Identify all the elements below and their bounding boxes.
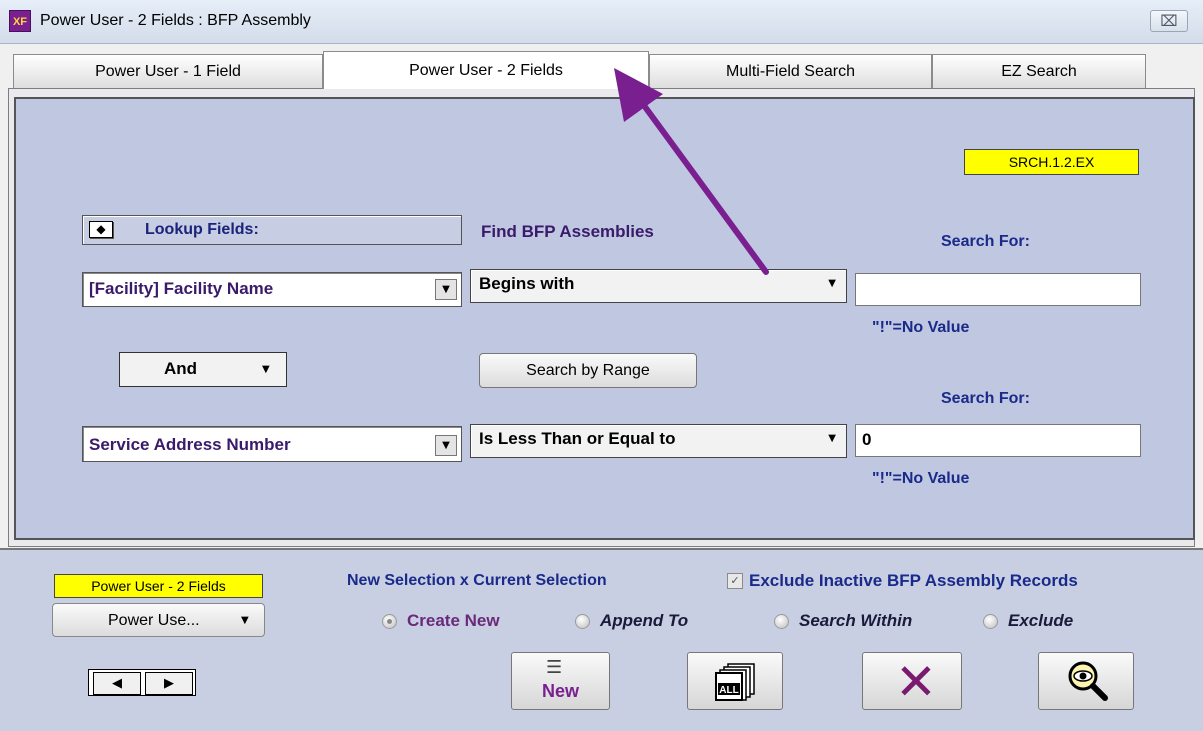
- field-select-2-value: Service Address Number: [89, 435, 291, 454]
- radio-exclude[interactable]: Exclude: [983, 611, 1073, 631]
- search-for-label-2: Search For:: [941, 390, 1030, 407]
- search-by-range-button[interactable]: Search by Range: [479, 353, 697, 388]
- chevron-down-icon: ▼: [262, 364, 270, 375]
- field-select-1-value: [Facility] Facility Name: [89, 279, 274, 298]
- mode-popup-menu[interactable]: Power Use... ▼: [52, 603, 265, 637]
- navigation-buttons: ◀ ▶: [88, 669, 196, 696]
- search-value-input-1[interactable]: [855, 273, 1141, 306]
- lookup-fields-label: Lookup Fields:: [145, 221, 259, 238]
- radio-icon[interactable]: [575, 613, 590, 629]
- previous-arrow-button[interactable]: ◀: [93, 672, 141, 695]
- no-value-hint-1: "!"=No Value: [872, 319, 970, 336]
- field-select-1[interactable]: [Facility] Facility Name ▼: [82, 272, 462, 307]
- chevron-down-icon: ▼: [241, 615, 249, 626]
- conjunction-select[interactable]: And ▼: [119, 352, 287, 387]
- mode-popup-value: Power Use...: [108, 612, 200, 629]
- chevron-down-icon: ▼: [828, 278, 836, 289]
- close-x-icon: ✕: [895, 653, 937, 711]
- show-all-button[interactable]: ALL: [687, 652, 783, 710]
- radio-create-new-label: Create New: [407, 611, 500, 630]
- operator-select-1[interactable]: Begins with ▼: [470, 269, 847, 303]
- tab-ez-search[interactable]: EZ Search: [932, 54, 1146, 88]
- exclude-inactive-label: Exclude Inactive BFP Assembly Records: [749, 571, 1078, 590]
- chevron-down-icon[interactable]: ▼: [435, 435, 457, 456]
- lookup-fields-header: ◆ Lookup Fields:: [82, 215, 462, 245]
- chevron-down-icon: ▼: [828, 433, 836, 444]
- tab-multi-field-search[interactable]: Multi-Field Search: [649, 54, 932, 88]
- selection-mode-label: New Selection x Current Selection: [347, 572, 607, 589]
- operator-select-2[interactable]: Is Less Than or Equal to ▼: [470, 424, 847, 458]
- radio-create-new[interactable]: Create New: [382, 611, 500, 631]
- operator-select-1-value: Begins with: [479, 274, 575, 293]
- checkmark-icon[interactable]: ✓: [727, 573, 743, 589]
- lookup-fields-toggle-button[interactable]: ◆: [89, 221, 113, 238]
- current-mode-label: Power User - 2 Fields: [54, 574, 263, 598]
- window-title: Power User - 2 Fields : BFP Assembly: [40, 12, 311, 29]
- cancel-button[interactable]: ✕: [862, 652, 962, 710]
- radio-icon[interactable]: [774, 613, 789, 629]
- radio-search-within-label: Search Within: [799, 611, 913, 630]
- radio-exclude-label: Exclude: [1008, 611, 1074, 630]
- new-button-label: New: [541, 681, 579, 701]
- screen-code-label: SRCH.1.2.EX: [964, 149, 1139, 175]
- find-label: Find BFP Assemblies: [481, 222, 654, 241]
- search-value-input-2[interactable]: 0: [855, 424, 1141, 457]
- svg-text:ALL: ALL: [719, 685, 738, 696]
- radio-selected-icon[interactable]: [382, 613, 397, 629]
- app-icon: XF: [9, 10, 31, 32]
- new-search-button[interactable]: ☰ New: [511, 652, 610, 710]
- radio-append-to-label: Append To: [600, 611, 689, 630]
- search-for-label-1: Search For:: [941, 233, 1030, 250]
- close-window-button[interactable]: ⌧: [1150, 10, 1188, 32]
- magnifier-eye-icon: [1068, 661, 1108, 701]
- search-value-2-text: 0: [862, 430, 872, 449]
- all-records-icon: ALL: [715, 663, 755, 701]
- tab-power-user-2-fields[interactable]: Power User - 2 Fields: [323, 51, 649, 89]
- search-button[interactable]: [1038, 652, 1134, 710]
- radio-append-to[interactable]: Append To: [575, 611, 688, 631]
- conjunction-value: And: [164, 359, 198, 378]
- radio-search-within[interactable]: Search Within: [774, 611, 912, 631]
- radio-icon[interactable]: [983, 613, 998, 629]
- operator-select-2-value: Is Less Than or Equal to: [479, 429, 676, 448]
- no-value-hint-2: "!"=No Value: [872, 470, 970, 487]
- list-new-icon: ☰: [546, 657, 563, 678]
- next-arrow-button[interactable]: ▶: [145, 672, 193, 695]
- chevron-down-icon[interactable]: ▼: [435, 279, 457, 300]
- tab-power-user-1-field[interactable]: Power User - 1 Field: [13, 54, 323, 88]
- field-select-2[interactable]: Service Address Number ▼: [82, 426, 462, 462]
- exclude-inactive-checkbox[interactable]: ✓ Exclude Inactive BFP Assembly Records: [727, 571, 1078, 591]
